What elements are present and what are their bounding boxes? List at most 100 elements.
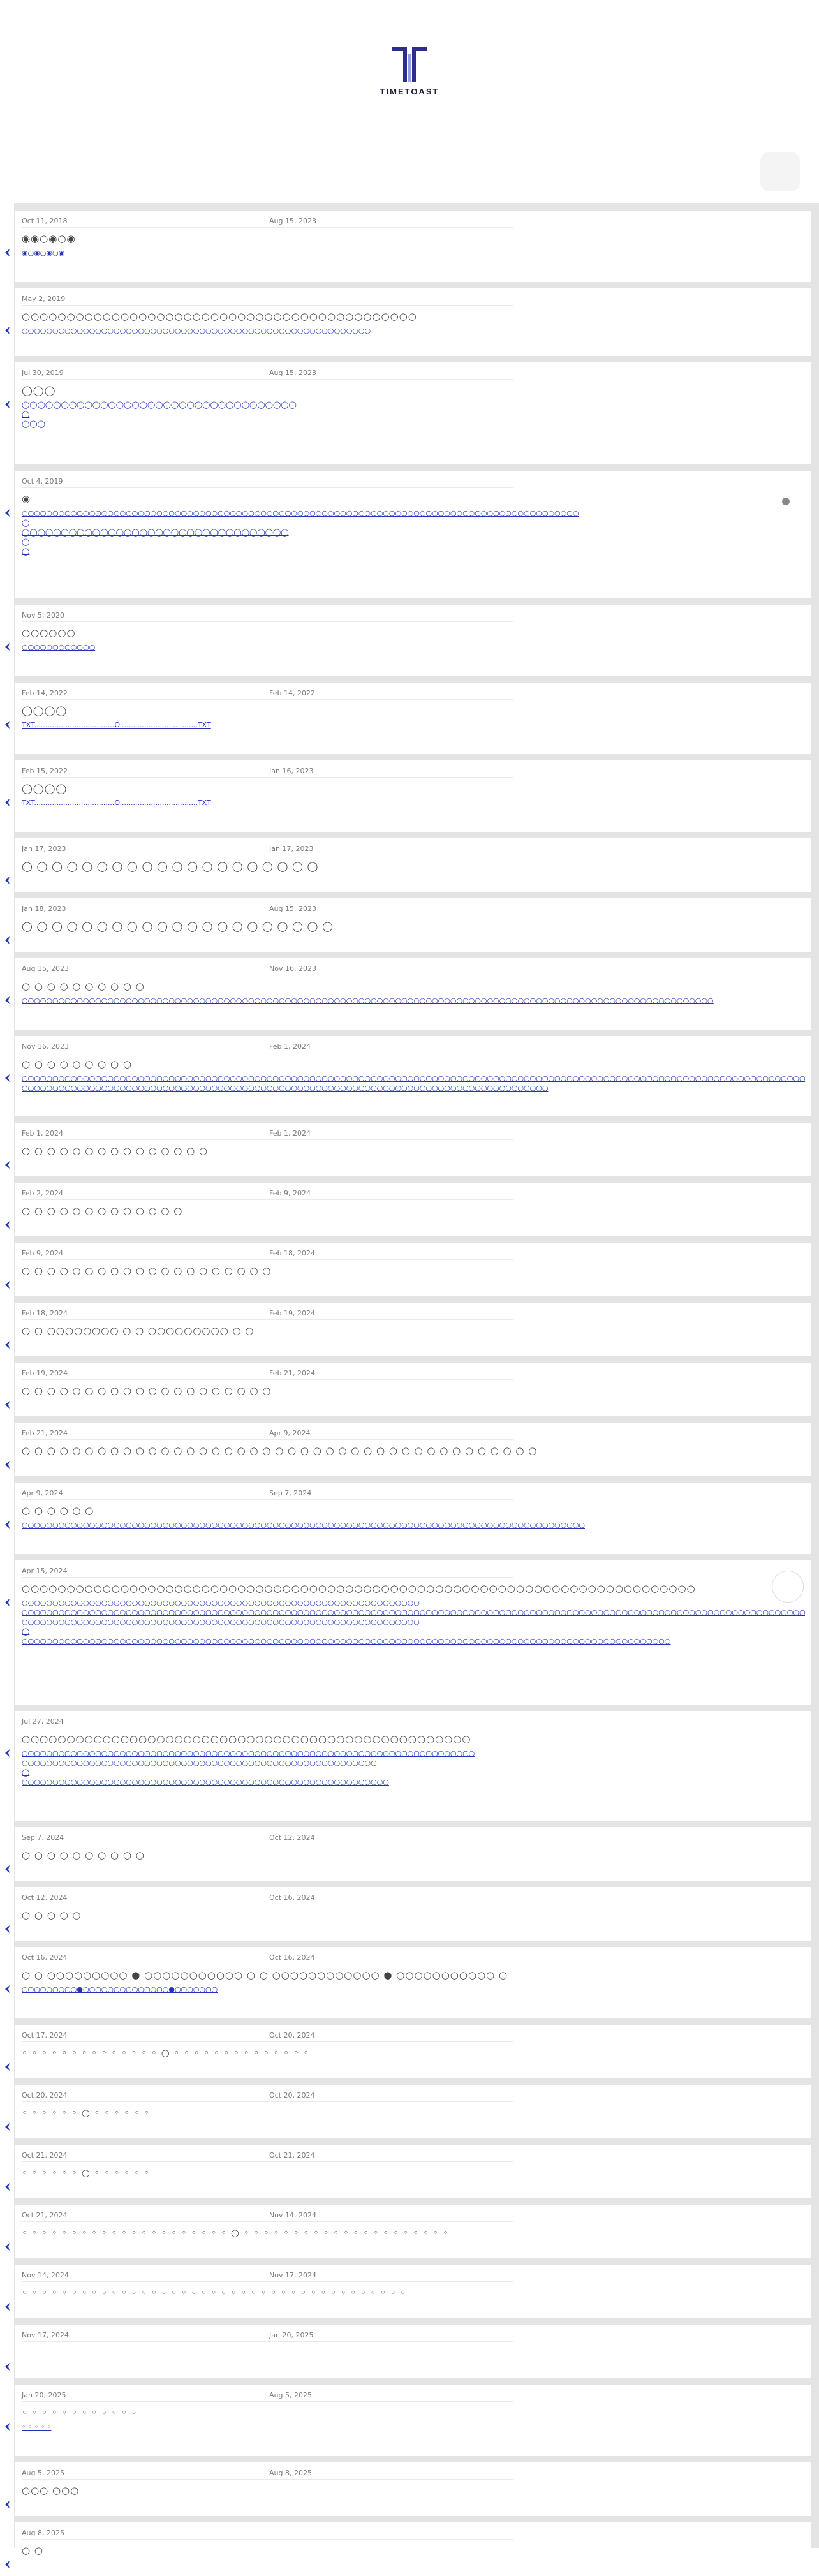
timeline-marker-icon[interactable] — [3, 1160, 13, 1170]
timeline-event[interactable]: Jul 30, 2019 Aug 15, 2023 ◯◯◯ ◯◯◯◯◯◯◯◯◯◯◯◯◯… — [15, 362, 811, 464]
timeline-marker-icon[interactable] — [3, 1460, 13, 1470]
timeline-marker-icon[interactable] — [3, 2302, 13, 2312]
timeline-marker-icon[interactable] — [3, 1748, 13, 1758]
timeline-marker-icon[interactable] — [3, 1520, 13, 1530]
timeline-event[interactable]: Oct 11, 2018 Aug 15, 2023 ◉◉○◉○◉ ◉○◉○◉○◉ — [15, 211, 811, 282]
event-link[interactable]: ○○○○○○○○○○○○○○○○○○○○○○○○○○○○○○○○○○○○○○○○… — [22, 1636, 805, 1646]
timeline-marker-icon[interactable] — [3, 875, 13, 885]
timeline-event[interactable]: May 2, 2019 ○○○○○○○○○○○○○○○○○○○○○○○○○○○○○… — [15, 288, 811, 356]
timeline-event[interactable]: Oct 21, 2024 Nov 14, 2024 ◦ ◦ ◦ ◦ ◦ ◦ ◦ ◦ … — [15, 2205, 811, 2258]
timeline-marker-icon[interactable] — [3, 2062, 13, 2072]
event-link[interactable]: TXT....................................O… — [22, 798, 805, 808]
timeline-marker-icon[interactable] — [3, 642, 13, 652]
timeline-event[interactable]: Aug 15, 2023 Nov 16, 2023 ○ ○ ○ ○ ○ ○ ○ ○ … — [15, 958, 811, 1030]
event-link[interactable]: ○○○○○○○○○○○○○○○○○○○○○○○○○○○○○○○○○○○○○○○○… — [22, 1617, 805, 1627]
timeline-event[interactable]: Sep 7, 2024 Oct 12, 2024 ○ ○ ○ ○ ○ ○ ○ ○ ○… — [15, 1827, 811, 1881]
timeline-event[interactable]: Feb 21, 2024 Apr 9, 2024 ○ ○ ○ ○ ○ ○ ○ ○ ○… — [15, 1423, 811, 1476]
event-link[interactable]: ○○○○○○○○○○○○○○○○○○○○○○○○○○○○○○○○○○○○○○○○… — [22, 1074, 805, 1083]
timeline-marker-icon[interactable] — [3, 1220, 13, 1230]
event-title: ◯ ◯ ◯ ◯ ◯ ◯ ◯ ◯ ◯ ◯ ◯ ◯ ◯ ◯ ◯ ◯ ◯ ◯ ◯ ◯ … — [22, 921, 334, 932]
event-link[interactable]: ○○○○○○○○○●○○○○○○○○○○○○○○●○○○○○○○ — [22, 1985, 805, 1994]
timeline-event[interactable]: Nov 5, 2020 ○○○○○○ ○○○○○○○○○○○○ — [15, 605, 811, 676]
timeline-event[interactable]: Aug 8, 2025 ○ ○ — [15, 2522, 811, 2576]
timeline-event[interactable]: Feb 14, 2022 Feb 14, 2022 ◯◯◯◯ TXT.........… — [15, 683, 811, 754]
menu-button[interactable] — [760, 152, 800, 191]
event-link[interactable]: ◯◯◯◯◯◯◯◯◯◯◯◯◯◯◯◯◯◯◯◯◯◯◯◯◯◯◯◯◯◯◯◯◯◯ — [22, 528, 805, 537]
timeline-marker-icon[interactable] — [3, 2499, 13, 2510]
timeline-marker-icon[interactable] — [3, 2122, 13, 2132]
event-link[interactable]: ○○○○○○○○○○○○○○○○○○○○○○○○○○○○○○○○○○○○○○○○… — [22, 1777, 805, 1787]
scroll-indicator-dot[interactable] — [782, 498, 790, 505]
event-link[interactable]: ○○○○○○○○○○○○ — [22, 642, 805, 652]
timeline-event[interactable]: Feb 15, 2022 Jan 16, 2023 ◯◯◯◯ TXT.........… — [15, 760, 811, 832]
timeline-marker-icon[interactable] — [3, 399, 13, 410]
event-link[interactable]: ◦ ◦ ◦ ◦ ◦ — [22, 2422, 805, 2432]
timeline-event[interactable]: Jan 17, 2023 Jan 17, 2023 ◯ ◯ ◯ ◯ ◯ ◯ ◯ ◯ … — [15, 838, 811, 892]
timeline-marker-icon[interactable] — [3, 508, 13, 518]
timetoast-logo[interactable]: TIMETOAST — [379, 47, 440, 96]
event-link[interactable]: ◯ — [22, 547, 805, 556]
event-link[interactable]: ◯ — [22, 1768, 805, 1777]
timeline-marker-icon[interactable] — [3, 1280, 13, 1290]
timeline-marker-icon[interactable] — [3, 2422, 13, 2432]
timeline-event[interactable]: Oct 4, 2019 ◉ ○○○○○○○○○○○○○○○○○○○○○○○○○○○○… — [15, 471, 811, 598]
timeline-event[interactable]: Feb 1, 2024 Feb 1, 2024 ○ ○ ○ ○ ○ ○ ○ ○ ○ … — [15, 1123, 811, 1176]
timeline-marker-icon[interactable] — [3, 797, 13, 808]
event-dates: Oct 17, 2024 Oct 20, 2024 — [22, 2030, 513, 2042]
timeline-event[interactable]: Feb 2, 2024 Feb 9, 2024 ○ ○ ○ ○ ○ ○ ○ ○ ○ … — [15, 1183, 811, 1236]
timeline-marker-icon[interactable] — [3, 2559, 13, 2570]
timeline-event[interactable]: Oct 17, 2024 Oct 20, 2024 ◦ ◦ ◦ ◦ ◦ ◦ ◦ ◦ … — [15, 2025, 811, 2078]
timeline-marker-icon[interactable] — [3, 325, 13, 336]
event-title: ○○○○○○○○○○○○○○○○○○○○○○○○○○○○○○○○○○○○○○○○… — [22, 1733, 471, 1745]
timeline-event[interactable]: Apr 9, 2024 Sep 7, 2024 ○ ○ ○ ○ ○ ○ ○○○○○○○… — [15, 1483, 811, 1554]
event-link[interactable]: TXT....................................O… — [22, 720, 805, 730]
timeline-marker-icon[interactable] — [3, 1924, 13, 1934]
event-link[interactable]: ○○○○○○○○○○○○○○○○○○○○○○○○○○○○○○○○○○○○○○○○… — [22, 1758, 805, 1768]
timeline-marker-icon[interactable] — [3, 1073, 13, 1083]
timeline-marker-icon[interactable] — [3, 1864, 13, 1874]
event-link[interactable]: ◯ — [22, 1627, 805, 1636]
event-link[interactable]: ◉○◉○◉○◉ — [22, 248, 805, 258]
timeline-marker-icon[interactable] — [3, 2182, 13, 2192]
event-link[interactable]: ◯ — [22, 518, 805, 528]
timeline-marker-icon[interactable] — [3, 935, 13, 945]
event-link[interactable]: ○○○○○○○○○○○○○○○○○○○○○○○○○○○○○○○○○○○○○○○○… — [22, 326, 805, 336]
timeline-marker-icon[interactable] — [3, 2362, 13, 2372]
timeline-event[interactable]: Feb 9, 2024 Feb 18, 2024 ○ ○ ○ ○ ○ ○ ○ ○ ○… — [15, 1243, 811, 1296]
timeline-marker-icon[interactable] — [3, 248, 13, 258]
timeline-marker-icon[interactable] — [3, 2242, 13, 2252]
timeline-marker-icon[interactable] — [3, 1984, 13, 1994]
timeline-event[interactable]: Oct 12, 2024 Oct 16, 2024 ○ ○ ○ ○ ○ — [15, 1887, 811, 1941]
timeline-event[interactable]: Oct 21, 2024 Oct 21, 2024 ◦ ◦ ◦ ◦ ◦ ◦ ○ ◦ … — [15, 2145, 811, 2198]
timeline-marker-icon[interactable] — [3, 1400, 13, 1410]
event-link[interactable]: ○○○○○○○○○○○○○○○○○○○○○○○○○○○○○○○○○○○○○○○○… — [22, 1598, 805, 1608]
event-link[interactable]: ○○○○○○○○○○○○○○○○○○○○○○○○○○○○○○○○○○○○○○○○… — [22, 1520, 805, 1530]
timeline-event[interactable]: Aug 5, 2025 Aug 8, 2025 ○○○ ○○○ — [15, 2462, 811, 2516]
event-dates: Nov 16, 2023 Feb 1, 2024 — [22, 1041, 513, 1053]
timeline-marker-icon[interactable] — [3, 1597, 13, 1608]
timeline-marker-icon[interactable] — [3, 720, 13, 730]
event-link[interactable]: ◯ — [22, 537, 805, 547]
scroll-indicator-circle[interactable] — [772, 1571, 804, 1603]
timeline-event[interactable]: Apr 15, 2024 ○○○○○○○○○○○○○○○○○○○○○○○○○○○○… — [15, 1560, 811, 1705]
timeline-marker-icon[interactable] — [3, 995, 13, 1005]
event-link[interactable]: ◯ — [22, 410, 805, 419]
timeline-marker-icon[interactable] — [3, 1340, 13, 1350]
timeline-event[interactable]: Oct 16, 2024 Oct 16, 2024 ○ ○ ○○○○○○○○○ ● … — [15, 1947, 811, 2018]
timeline-event[interactable]: Jan 18, 2023 Aug 15, 2023 ◯ ◯ ◯ ◯ ◯ ◯ ◯ ◯ … — [15, 898, 811, 952]
timeline-event[interactable]: Nov 17, 2024 Jan 20, 2025 — [15, 2325, 811, 2378]
timeline-event[interactable]: Jul 27, 2024 ○○○○○○○○○○○○○○○○○○○○○○○○○○○○… — [15, 1711, 811, 1821]
event-link[interactable]: ○○○○○○○○○○○○○○○○○○○○○○○○○○○○○○○○○○○○○○○○… — [22, 1749, 805, 1758]
event-link[interactable]: ○○○○○○○○○○○○○○○○○○○○○○○○○○○○○○○○○○○○○○○○… — [22, 508, 805, 518]
timeline-event[interactable]: Feb 18, 2024 Feb 19, 2024 ○ ○ ○○○○○○○○ ○ ○… — [15, 1303, 811, 1356]
event-link[interactable]: ○○○○○○○○○○○○○○○○○○○○○○○○○○○○○○○○○○○○○○○○… — [22, 1608, 805, 1617]
timeline-event[interactable]: Feb 19, 2024 Feb 21, 2024 ○ ○ ○ ○ ○ ○ ○ ○ … — [15, 1363, 811, 1416]
event-link[interactable]: ○○○○○○○○○○○○○○○○○○○○○○○○○○○○○○○○○○○○○○○○… — [22, 1083, 805, 1093]
timeline-event[interactable]: Oct 20, 2024 Oct 20, 2024 ◦ ◦ ◦ ◦ ◦ ◦ ○ ◦ … — [15, 2085, 811, 2138]
timeline-event[interactable]: Jan 20, 2025 Aug 5, 2025 ◦ ◦ ◦ ◦ ◦ ◦ ◦ ◦ ◦… — [15, 2385, 811, 2456]
timeline-event[interactable]: Nov 14, 2024 Nov 17, 2024 ◦ ◦ ◦ ◦ ◦ ◦ ◦ ◦ … — [15, 2265, 811, 2318]
event-link[interactable]: ○○○○○○○○○○○○○○○○○○○○○○○○○○○○○○○○○○○○○○○○… — [22, 996, 805, 1005]
event-link[interactable]: ◯◯◯ — [22, 419, 805, 429]
timeline-event[interactable]: Nov 16, 2023 Feb 1, 2024 ○ ○ ○ ○ ○ ○ ○ ○ ○… — [15, 1036, 811, 1116]
event-link[interactable]: ◯◯◯◯◯◯◯◯◯◯◯◯◯◯◯◯◯◯◯◯◯◯◯◯◯◯◯◯◯◯◯◯◯◯◯ — [22, 400, 805, 410]
